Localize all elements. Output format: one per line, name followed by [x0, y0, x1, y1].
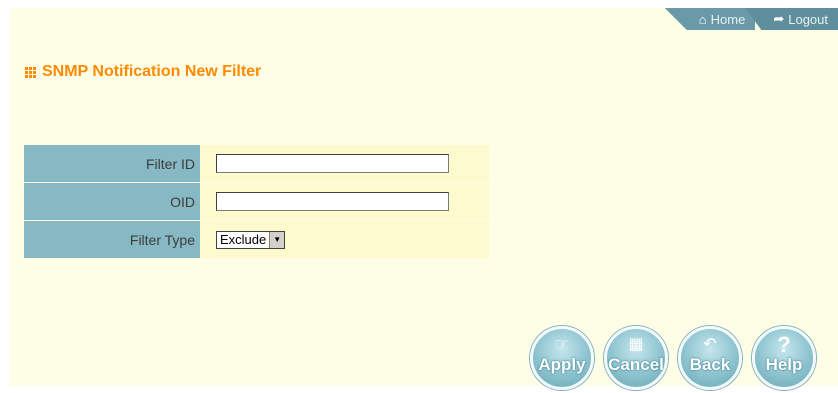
oid-row: OID [24, 183, 489, 220]
trash-icon: ▦ [628, 336, 644, 353]
action-buttons: ☞ Apply ▦ Cancel ↶ Back ? Help [530, 326, 826, 390]
grid-bullet-icon [25, 66, 36, 78]
page-title-text: SNMP Notification New Filter [42, 63, 262, 80]
logout-label: Logout [788, 11, 828, 27]
home-icon: ⌂ [698, 11, 707, 27]
filter-type-select[interactable]: Exclude ▼ [216, 230, 286, 249]
logout-link[interactable]: ➦ Logout [745, 8, 838, 30]
home-link[interactable]: ⌂ Home [664, 8, 756, 30]
apply-label: Apply [538, 355, 586, 374]
back-label: Back [689, 355, 731, 374]
filter-type-label: Filter Type [24, 221, 200, 258]
filter-id-label: Filter ID [24, 145, 200, 182]
home-label: Home [710, 11, 746, 27]
filter-id-row: Filter ID [24, 145, 489, 182]
top-nav: ⌂ Home ➦ Logout [664, 8, 838, 30]
oid-cell [200, 183, 489, 220]
oid-label: OID [24, 183, 200, 220]
apply-button[interactable]: ☞ Apply [530, 326, 594, 390]
apply-icon: ☞ [554, 336, 570, 353]
filter-id-cell [200, 145, 489, 182]
back-icon: ↶ [703, 336, 717, 353]
back-button[interactable]: ↶ Back [678, 326, 742, 390]
filter-type-row: Filter Type Exclude ▼ [24, 221, 489, 258]
cancel-button[interactable]: ▦ Cancel [604, 326, 668, 390]
filter-type-cell: Exclude ▼ [200, 221, 489, 258]
chevron-down-icon[interactable]: ▼ [269, 231, 285, 248]
filter-form: Filter ID OID Filter Type Exclude ▼ [24, 145, 489, 258]
cancel-label: Cancel [608, 355, 664, 374]
filter-type-value: Exclude [220, 231, 267, 247]
page-title: SNMP Notification New Filter [25, 63, 261, 81]
filter-id-input[interactable] [216, 154, 449, 173]
oid-input[interactable] [216, 192, 449, 211]
page-area: ⌂ Home ➦ Logout SNMP Notification New Fi… [10, 8, 838, 390]
logout-icon: ➦ [773, 11, 785, 26]
help-button[interactable]: ? Help [752, 326, 816, 390]
help-label: Help [765, 355, 803, 374]
question-mark-icon: ? [777, 332, 791, 357]
